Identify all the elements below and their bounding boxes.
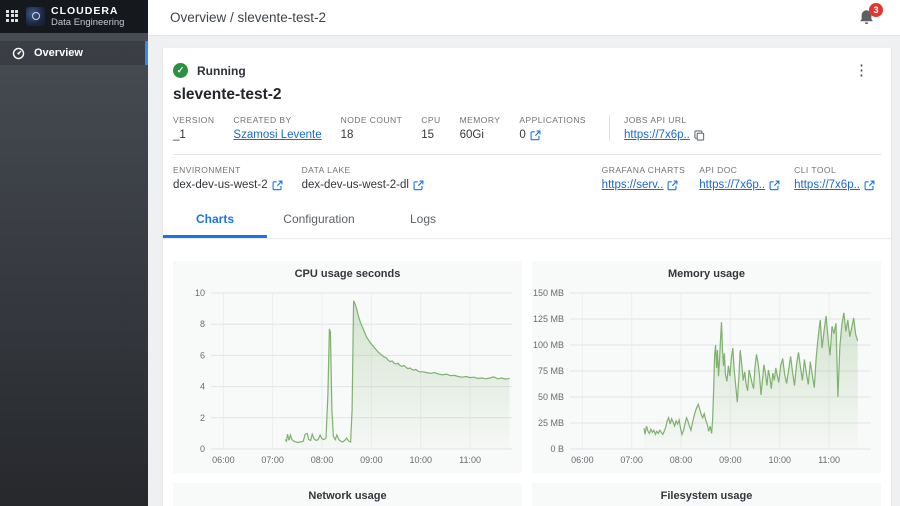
app-root: CLOUDERA Data Engineering Overview Overv… [0,0,900,506]
svg-text:10:00: 10:00 [409,455,432,465]
svg-text:50 MB: 50 MB [538,392,564,402]
grafana-charts-link[interactable]: https://serv.. [602,179,664,191]
created-by-link[interactable]: Szamosi Levente [233,129,321,141]
jobs-api-url-link[interactable]: https://7x6p.. [624,129,690,141]
tab-bar: Charts Configuration Logs [163,204,891,239]
notifications-bell[interactable]: 3 [858,9,876,27]
svg-text:0: 0 [200,444,205,454]
external-link-icon[interactable] [769,180,780,191]
status-row: ✓ Running ⋮ [173,63,881,78]
cluster-name: slevente-test-2 [173,86,881,104]
chart-panel-cpu-usage: CPU usage seconds 06:00 07:00 08:00 09:00 10… [173,261,522,473]
svg-text:09:00: 09:00 [360,455,383,465]
tab-logs[interactable]: Logs [371,204,475,238]
tab-charts[interactable]: Charts [163,204,267,238]
cluster-meta-row: VERSION _1 CREATED BY Szamosi Levente NO… [173,115,881,141]
external-link-icon[interactable] [667,180,678,191]
meta-cpu: CPU 15 [421,115,440,141]
svg-text:125 MB: 125 MB [533,314,564,324]
tab-configuration[interactable]: Configuration [267,204,371,238]
svg-text:100 MB: 100 MB [533,340,564,350]
svg-text:07:00: 07:00 [620,455,643,465]
chart-panel-network-usage: Network usage 5 MB [173,483,522,506]
cloudera-logo-icon[interactable] [26,7,45,26]
external-link-icon[interactable] [530,130,541,141]
gauge-icon [12,47,25,60]
external-link-icon[interactable] [864,180,875,191]
meta-applications: APPLICATIONS 0 [519,115,586,141]
top-bar: Overview / slevente-test-2 3 [148,0,900,36]
chart-title: Network usage [173,490,522,506]
brand-block: CLOUDERA Data Engineering [51,6,124,28]
svg-text:11:00: 11:00 [818,455,840,465]
resources-row: ENVIRONMENT dex-dev-us-west-2 DATA LAKE … [173,165,881,191]
svg-text:06:00: 06:00 [571,455,594,465]
copy-icon[interactable] [694,130,705,141]
meta-version: VERSION _1 [173,115,214,141]
chart-title: Memory usage [532,268,881,285]
sidebar-nav: Overview [0,41,148,65]
meta-cli-tool: CLI TOOL https://7x6p.. [794,165,875,191]
check-circle-icon: ✓ [173,63,188,78]
sidebar-item-label: Overview [34,47,83,59]
sidebar-header: CLOUDERA Data Engineering [0,0,148,33]
svg-text:75 MB: 75 MB [538,366,564,376]
section-divider [173,154,881,155]
brand-product: Data Engineering [51,17,124,28]
meta-memory: MEMORY 60Gi [460,115,501,141]
chart-panel-filesystem-usage: Filesystem usage 20 K [532,483,881,506]
svg-text:0 B: 0 B [550,444,564,454]
breadcrumb: Overview / slevente-test-2 [170,10,326,25]
status-label: Running [197,64,246,78]
svg-text:08:00: 08:00 [670,455,693,465]
meta-created-by: CREATED BY Szamosi Levente [233,115,321,141]
main-area: Overview / slevente-test-2 3 ✓ Running ⋮… [148,0,900,506]
sidebar: CLOUDERA Data Engineering Overview [0,0,148,506]
svg-text:10:00: 10:00 [768,455,791,465]
cluster-card: ✓ Running ⋮ slevente-test-2 VERSION _1 C… [163,48,891,506]
meta-node-count: NODE COUNT 18 [341,115,403,141]
meta-grafana-charts: GRAFANA CHARTS https://serv.. [602,165,686,191]
notification-badge: 3 [869,3,883,17]
app-launcher-grid-icon[interactable] [6,10,20,24]
meta-jobs-api-url: JOBS API URL https://7x6p.. [609,115,705,141]
svg-text:11:00: 11:00 [459,455,481,465]
sidebar-item-overview[interactable]: Overview [0,41,148,65]
meta-data-lake: DATA LAKE dex-dev-us-west-2-dl [302,165,424,191]
svg-text:6: 6 [200,350,205,360]
svg-text:4: 4 [200,382,205,392]
svg-text:06:00: 06:00 [212,455,235,465]
external-link-icon[interactable] [413,180,424,191]
svg-text:25 MB: 25 MB [538,418,564,428]
svg-text:2: 2 [200,413,205,423]
cpu-usage-chart[interactable]: 06:00 07:00 08:00 09:00 10:00 11:00 0 2 4 6 8 10 [173,285,522,473]
api-doc-link[interactable]: https://7x6p.. [699,179,765,191]
cli-tool-link[interactable]: https://7x6p.. [794,179,860,191]
svg-text:09:00: 09:00 [719,455,742,465]
chart-title: Filesystem usage [532,490,881,506]
resources-links: GRAFANA CHARTS https://serv.. API DOC ht… [588,165,875,191]
chart-panel-memory-usage: Memory usage 06:00 07:00 08:00 09:00 10:00 11… [532,261,881,473]
charts-grid: CPU usage seconds 06:00 07:00 08:00 09:00 10… [173,239,881,506]
memory-usage-chart[interactable]: 06:00 07:00 08:00 09:00 10:00 11:00 0 B 25 MB 50… [532,285,881,473]
chart-title: CPU usage seconds [173,268,522,285]
svg-text:08:00: 08:00 [311,455,334,465]
svg-text:150 MB: 150 MB [533,288,564,298]
brand-name: CLOUDERA [51,6,124,17]
external-link-icon[interactable] [272,180,283,191]
page-content: ✓ Running ⋮ slevente-test-2 VERSION _1 C… [148,36,900,506]
svg-text:8: 8 [200,319,205,329]
svg-text:07:00: 07:00 [261,455,284,465]
kebab-menu-icon[interactable]: ⋮ [854,64,869,78]
meta-environment: ENVIRONMENT dex-dev-us-west-2 [173,165,283,191]
svg-text:10: 10 [195,288,205,298]
meta-api-doc: API DOC https://7x6p.. [699,165,780,191]
